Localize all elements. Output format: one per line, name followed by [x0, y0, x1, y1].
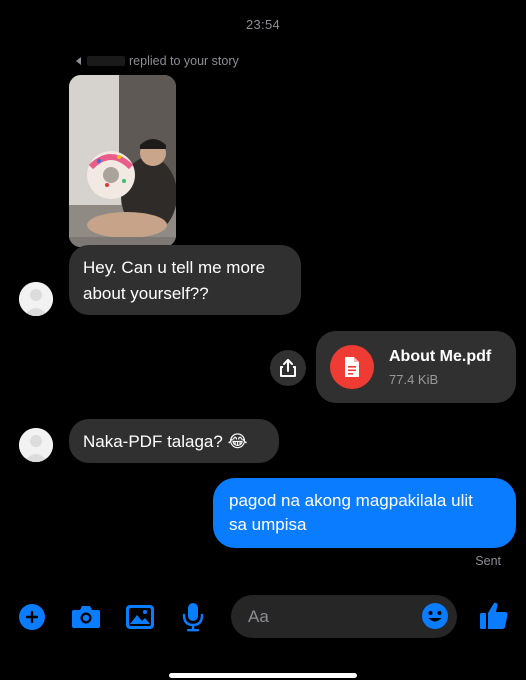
camera-button[interactable] [70, 603, 102, 631]
incoming-message-bubble[interactable]: Hey. Can u tell me more about yourself?? [69, 245, 301, 315]
message-line: about yourself?? [83, 284, 209, 303]
file-name: About Me.pdf [389, 347, 492, 365]
reply-arrow-icon [76, 57, 81, 65]
message-text: Naka-PDF talaga? 😂 [83, 432, 248, 451]
pdf-attachment[interactable]: About Me.pdf 77.4 KiB [316, 331, 516, 403]
message-timestamp: 23:54 [245, 17, 281, 32]
outgoing-message-bubble[interactable]: pagod na akong magpakilala ulit sa umpis… [213, 478, 516, 548]
gallery-button[interactable] [125, 603, 155, 631]
default-avatar-icon [19, 282, 53, 316]
microphone-button[interactable] [182, 601, 204, 633]
message-line: sa umpisa [229, 515, 307, 534]
camera-icon [72, 606, 100, 628]
story-reply-label: replied to your story [129, 54, 239, 68]
microphone-icon [182, 603, 204, 632]
incoming-message-bubble[interactable]: Naka-PDF talaga? 😂 [69, 419, 279, 463]
emoji-button[interactable] [421, 602, 449, 630]
redacted-username [87, 56, 125, 66]
share-button[interactable] [270, 350, 306, 386]
story-photo [69, 75, 176, 247]
plus-button[interactable] [18, 603, 46, 631]
message-input[interactable] [248, 595, 408, 638]
story-thumbnail[interactable] [69, 75, 176, 247]
story-reply-header: replied to your story [76, 54, 239, 68]
pdf-file-icon [330, 345, 374, 389]
emoji-icon [422, 603, 448, 629]
message-status: Sent [475, 554, 501, 568]
like-button[interactable] [478, 600, 510, 632]
plus-icon [19, 604, 45, 630]
thumbs-up-icon [480, 602, 508, 629]
sender-avatar[interactable] [19, 428, 53, 462]
share-icon [280, 359, 296, 377]
file-size: 77.4 KiB [389, 371, 439, 387]
image-icon [126, 605, 154, 629]
home-indicator [169, 673, 357, 678]
default-avatar-icon [19, 428, 53, 462]
sender-avatar[interactable] [19, 282, 53, 316]
message-line: Hey. Can u tell me more [83, 258, 266, 277]
message-composer[interactable] [231, 595, 457, 638]
message-line: pagod na akong magpakilala ulit [229, 491, 473, 510]
